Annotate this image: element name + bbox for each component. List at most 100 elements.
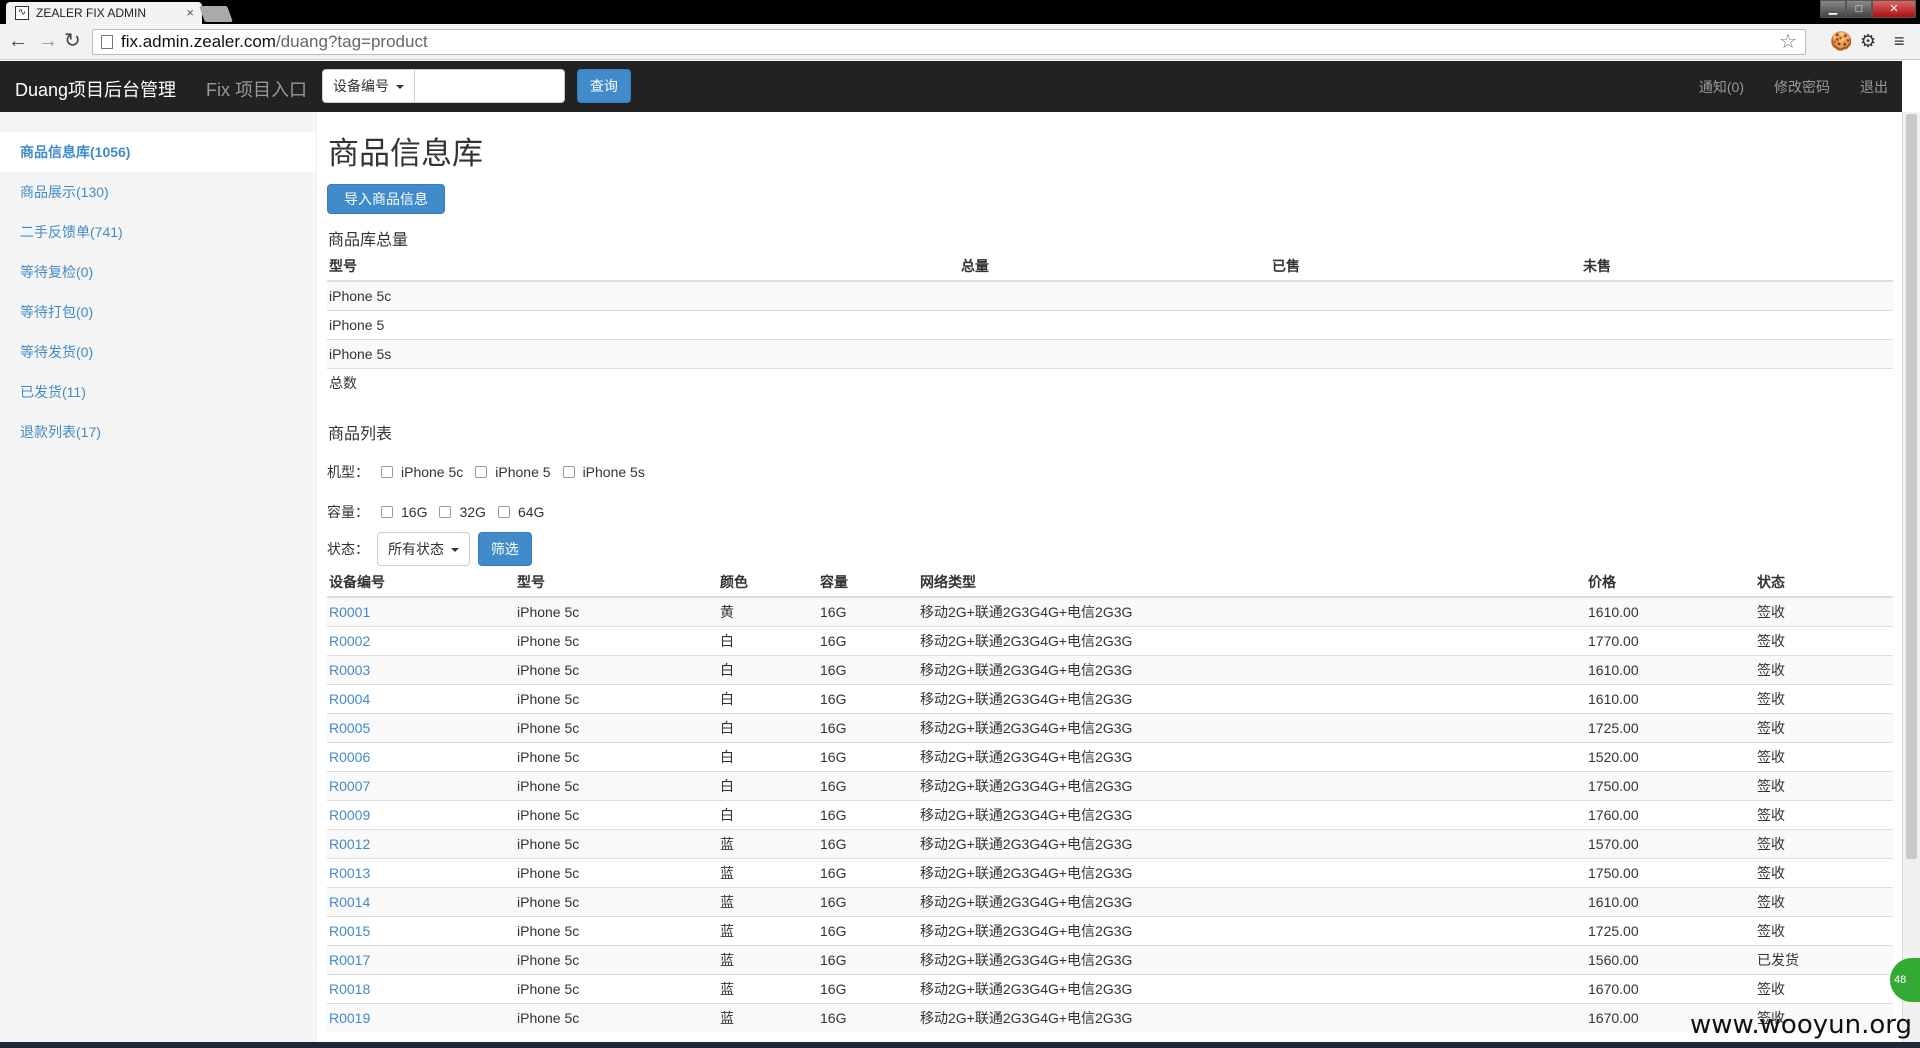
table-cell: iPhone 5c [515, 828, 718, 858]
fix-project-link[interactable]: Fix 项目入口 [206, 76, 307, 102]
browser-titlebar: ∿ ZEALER FIX ADMIN × ▁ □ ✕ [0, 0, 1920, 24]
device-id-cell: R0017 [327, 944, 515, 974]
checkbox-32g[interactable] [439, 506, 452, 518]
device-id-link[interactable]: R0019 [329, 1010, 370, 1026]
device-id-link[interactable]: R0015 [329, 923, 370, 939]
device-id-link[interactable]: R0013 [329, 865, 370, 881]
device-id-link[interactable]: R0009 [329, 807, 370, 823]
table-cell: 已发货 [1755, 944, 1893, 974]
settings-gear-icon[interactable]: ⚙ [1860, 31, 1876, 51]
maximize-icon[interactable]: □ [1846, 0, 1872, 18]
logout-link[interactable]: 退出 [1860, 77, 1888, 97]
window-close-icon[interactable]: ✕ [1872, 0, 1916, 18]
tab-title: ZEALER FIX ADMIN [36, 6, 147, 20]
table-cell: 白 [718, 712, 818, 742]
device-id-link[interactable]: R0012 [329, 836, 370, 852]
forward-icon[interactable]: → [38, 30, 58, 52]
list-header-row: 设备编号 型号 颜色 容量 网络类型 价格 状态 [327, 568, 1893, 598]
device-id-link[interactable]: R0018 [329, 981, 370, 997]
checkbox-16g[interactable] [381, 506, 393, 518]
new-tab-button[interactable] [199, 6, 233, 22]
sidebar-item-pending-pack[interactable]: 等待打包(0) [0, 292, 316, 332]
table-cell: 移动2G+联通2G3G4G+电信2G3G [918, 973, 1586, 1003]
list-header: 设备编号 [327, 568, 515, 598]
table-cell: 1725.00 [1586, 712, 1755, 742]
browser-tab[interactable]: ∿ ZEALER FIX ADMIN × [6, 2, 202, 24]
table-cell: 移动2G+联通2G3G4G+电信2G3G [918, 1002, 1586, 1032]
reload-icon[interactable]: ↻ [64, 30, 81, 52]
sidebar-item-product-library[interactable]: 商品信息库(1056) [0, 132, 316, 172]
table-cell: 白 [718, 654, 818, 684]
table-row: R0007 iPhone 5c 白 16G 移动2G+联通2G3G4G+电信2G3G 17… [327, 770, 1893, 800]
scrollbar-thumb[interactable] [1906, 114, 1917, 859]
summary-cell: iPhone 5 [327, 309, 959, 339]
change-password-link[interactable]: 修改密码 [1774, 77, 1830, 97]
device-id-cell: R0007 [327, 770, 515, 800]
checkbox-iphone-5s[interactable] [562, 466, 575, 478]
list-header: 颜色 [718, 568, 818, 598]
device-id-link[interactable]: R0017 [329, 952, 370, 968]
table-row: R0002 iPhone 5c 白 16G 移动2G+联通2G3G4G+电信2G3G 17… [327, 625, 1893, 655]
table-row: R0018 iPhone 5c 蓝 16G 移动2G+联通2G3G4G+电信2G3G 16… [327, 973, 1893, 1003]
table-cell: 白 [718, 683, 818, 713]
status-dropdown[interactable]: 所有状态 [377, 532, 470, 566]
checkbox-64g[interactable] [497, 506, 510, 518]
filter-button[interactable]: 筛选 [477, 532, 532, 566]
url-path: /duang?tag=product [275, 32, 428, 51]
bookmark-star-icon[interactable]: ☆ [1779, 30, 1797, 54]
device-id-link[interactable]: R0004 [329, 691, 370, 707]
notifications-link[interactable]: 通知(0) [1699, 77, 1744, 97]
sidebar-item-secondhand-feedback[interactable]: 二手反馈单(741) [0, 212, 316, 252]
device-id-link[interactable]: R0006 [329, 749, 370, 765]
sidebar-item-pending-ship[interactable]: 等待发货(0) [0, 332, 316, 372]
summary-cell: 总数 [327, 367, 959, 397]
status-filter: 状态： 所有状态 筛选 [327, 532, 532, 566]
device-id-link[interactable]: R0002 [329, 633, 370, 649]
checkbox-iphone-5[interactable] [475, 466, 488, 478]
table-cell: 移动2G+联通2G3G4G+电信2G3G [918, 654, 1586, 684]
device-id-cell: R0001 [327, 596, 515, 626]
page-scrollbar[interactable] [1902, 112, 1920, 1048]
tab-close-icon[interactable]: × [186, 5, 194, 20]
table-cell: 16G [818, 596, 918, 626]
summary-title: 商品库总量 [328, 232, 409, 249]
sidebar-item-shipped[interactable]: 已发货(11) [0, 372, 316, 412]
import-products-button[interactable]: 导入商品信息 [327, 184, 445, 214]
query-button[interactable]: 查询 [576, 69, 631, 103]
table-cell: 16G [818, 799, 918, 829]
table-cell: 1760.00 [1586, 799, 1755, 829]
table-cell: 1770.00 [1586, 625, 1755, 655]
device-id-link[interactable]: R0001 [329, 604, 370, 620]
summary-header-row: 型号 总量 已售 未售 [327, 252, 1893, 282]
list-header: 价格 [1586, 568, 1755, 598]
device-id-link[interactable]: R0005 [329, 720, 370, 736]
browser-menu-icon[interactable]: ≡ [1894, 31, 1905, 51]
sidebar-item-refunds[interactable]: 退款列表(17) [0, 412, 316, 452]
cookie-extension-icon[interactable]: 🍪 [1830, 31, 1852, 51]
summary-cell: iPhone 5s [327, 338, 959, 368]
table-cell: 1560.00 [1586, 944, 1755, 974]
address-bar[interactable]: fix.admin.zealer.com/duang?tag=product ☆ [92, 29, 1806, 55]
sidebar-item-product-display[interactable]: 商品展示(130) [0, 172, 316, 212]
device-id-cell: R0012 [327, 828, 515, 858]
checkbox-iphone-5c[interactable] [381, 466, 393, 478]
brand[interactable]: Duang项目后台管理 [15, 76, 176, 102]
minimize-icon[interactable]: ▁ [1820, 0, 1846, 18]
summary-cell [1581, 280, 1893, 310]
table-cell: iPhone 5c [515, 712, 718, 742]
page-title: 商品信息库 [328, 136, 483, 171]
summary-cell [959, 280, 1270, 310]
table-cell: 白 [718, 770, 818, 800]
summary-cell [1581, 338, 1893, 368]
device-id-link[interactable]: R0014 [329, 894, 370, 910]
device-id-cell: R0002 [327, 625, 515, 655]
floating-badge[interactable]: 48 [1890, 958, 1920, 1002]
table-cell: 移动2G+联通2G3G4G+电信2G3G [918, 944, 1586, 974]
list-header: 网络类型 [918, 568, 1586, 598]
search-type-dropdown[interactable]: 设备编号 [322, 69, 415, 103]
sidebar-item-pending-recheck[interactable]: 等待复检(0) [0, 252, 316, 292]
back-icon[interactable]: ← [8, 30, 28, 52]
device-id-link[interactable]: R0007 [329, 778, 370, 794]
device-id-link[interactable]: R0003 [329, 662, 370, 678]
search-input[interactable] [414, 69, 565, 103]
